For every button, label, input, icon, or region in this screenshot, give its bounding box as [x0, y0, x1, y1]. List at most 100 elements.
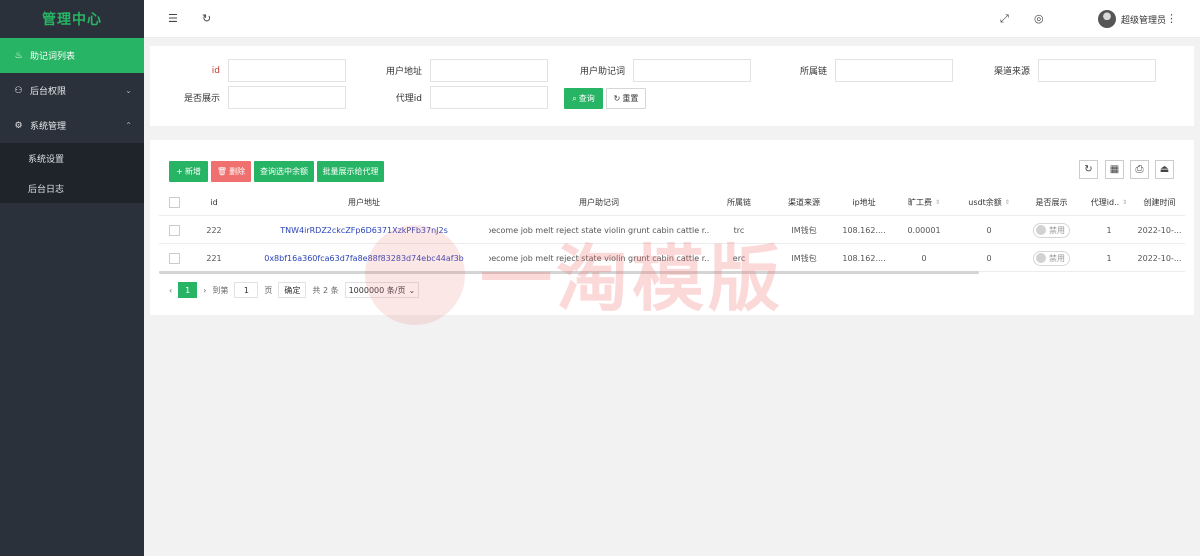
- horizontal-scrollbar[interactable]: [159, 271, 979, 274]
- chevron-down-icon: ⌄: [408, 285, 416, 295]
- goto-label: 到第: [212, 285, 229, 295]
- user-icon: ⚇: [14, 85, 23, 96]
- page-size-select[interactable]: 1000000 条/页 ⌄: [344, 282, 420, 298]
- chain-input[interactable]: [835, 59, 953, 82]
- sidebar-item-system[interactable]: ⚙ 系统管理 ⌃: [0, 108, 144, 143]
- menu-fold-icon[interactable]: ☰: [168, 12, 178, 25]
- cell-mnemonic: become job melt reject state violin grun…: [489, 253, 709, 263]
- user-menu[interactable]: 超级管理员: [1097, 10, 1166, 28]
- show-select[interactable]: [228, 86, 346, 109]
- refresh-icon[interactable]: ↻: [202, 12, 211, 25]
- filter-chain: 所属链: [757, 59, 953, 82]
- row-checkbox[interactable]: [168, 224, 180, 236]
- column-header: 渠道来源: [788, 197, 820, 207]
- query-balance-button[interactable]: 查询选中余额: [254, 161, 314, 182]
- filter-show: 是否展示: [150, 86, 346, 109]
- search-icon: ⌕: [572, 93, 577, 103]
- cell-id: 222: [206, 225, 222, 235]
- column-header-agent[interactable]: 代理id.. ⇕: [1084, 188, 1134, 216]
- cell-show: 禁用: [1019, 244, 1084, 272]
- column-header-label: 旷工费: [907, 197, 932, 207]
- goto-confirm-button[interactable]: 确定: [278, 282, 307, 298]
- delete-label: 删除: [229, 167, 246, 176]
- cell-ip: 108.162....: [842, 225, 886, 235]
- mnemonic-input[interactable]: [633, 59, 751, 82]
- sidebar-item-permissions[interactable]: ⚇ 后台权限 ⌄: [0, 73, 144, 108]
- avatar: [1097, 10, 1116, 28]
- plus-icon: +: [176, 167, 183, 176]
- cell-mnemonic: become job melt reject state violin grun…: [489, 225, 709, 235]
- sort-icon: ⇕: [1004, 198, 1010, 206]
- pagination: ‹ 1 › 到第 1 页 确定 共 2 条 1000000 条/页 ⌄: [169, 282, 425, 298]
- select-all-checkbox[interactable]: [168, 196, 180, 208]
- filter-mnemonic: 用户助记词: [555, 59, 751, 82]
- flame-icon: ♨: [14, 50, 23, 61]
- export-icon[interactable]: ⏏: [1155, 160, 1174, 179]
- row-checkbox[interactable]: [168, 252, 180, 264]
- add-label: 新增: [184, 167, 201, 176]
- filter-label: 用户地址: [385, 67, 422, 77]
- cell-ip: 108.162....: [842, 253, 886, 263]
- reset-button[interactable]: ↻ 重置: [606, 88, 646, 109]
- cell-usdt: 0: [986, 253, 992, 263]
- show-toggle[interactable]: 禁用: [1033, 222, 1070, 238]
- reset-label: 重置: [622, 94, 639, 103]
- cell-address[interactable]: TNW4irRDZ2ckcZFp6D6371XzkPFb37nJ2s: [239, 216, 489, 244]
- id-input[interactable]: [228, 59, 346, 82]
- source-input[interactable]: [1038, 59, 1156, 82]
- filter-source: 渠道来源: [960, 59, 1156, 82]
- sidebar: 管理中心 ♨ 助记词列表 ⚇ 后台权限 ⌄ ⚙ 系统管理 ⌃ 系统设置 后台日志: [0, 0, 144, 556]
- filter-address: 用户地址: [352, 59, 548, 82]
- filter-id: id: [150, 59, 346, 82]
- table-row: 222 TNW4irRDZ2ckcZFp6D6371XzkPFb37nJ2s b…: [159, 216, 1185, 244]
- sort-icon: ⇕: [934, 198, 941, 206]
- query-button[interactable]: ⌕ 查询: [564, 88, 603, 109]
- sidebar-item-settings[interactable]: 系统设置: [0, 143, 144, 173]
- refresh-table-icon[interactable]: ↻: [1079, 160, 1098, 179]
- filter-label: 用户助记词: [579, 67, 625, 77]
- delete-button[interactable]: 🗑 删除: [211, 161, 251, 182]
- print-icon[interactable]: ⎙: [1130, 160, 1149, 179]
- gear-icon: ⚙: [14, 120, 23, 131]
- agent-input[interactable]: [430, 86, 548, 109]
- cell-created: 2022-10-...: [1137, 253, 1182, 263]
- row-checkbox-cell: [159, 216, 189, 244]
- table-row: 221 0x8bf16a360fca63d7fa8e88f83283d74ebc…: [159, 244, 1185, 272]
- table-panel: + 新增 🗑 删除 查询选中余额 批量展示给代理 ↻ ▦ ⎙ ⏏ id 用户地址…: [150, 140, 1194, 315]
- query-label: 查询: [578, 94, 595, 103]
- user-name: 超级管理员: [1120, 15, 1166, 26]
- more-icon[interactable]: ⋮: [1166, 12, 1177, 25]
- page-unit: 页: [264, 285, 273, 295]
- filter-label: 所属链: [799, 67, 827, 77]
- columns-icon[interactable]: ▦: [1105, 160, 1124, 179]
- next-page-icon[interactable]: ›: [203, 286, 206, 295]
- column-header: 所属链: [727, 197, 751, 207]
- chevron-down-icon: ⌄: [125, 86, 132, 95]
- add-button[interactable]: + 新增: [169, 161, 208, 182]
- cell-address[interactable]: 0x8bf16a360fca63d7fa8e88f83283d74ebc44af…: [239, 244, 489, 272]
- page-current[interactable]: 1: [178, 282, 198, 298]
- sidebar-subnav: 系统设置 后台日志: [0, 143, 144, 203]
- cell-created: 2022-10-...: [1137, 225, 1182, 235]
- filter-label: 渠道来源: [993, 67, 1030, 77]
- address-input[interactable]: [430, 59, 548, 82]
- globe-icon[interactable]: ◎: [1034, 12, 1044, 25]
- batch-show-button[interactable]: 批量展示给代理: [317, 161, 384, 182]
- page-input[interactable]: 1: [234, 282, 259, 298]
- fullscreen-icon[interactable]: ⤢: [1000, 12, 1009, 26]
- sidebar-item-mnemonic-list[interactable]: ♨ 助记词列表: [0, 38, 144, 73]
- header-checkbox-cell: [159, 188, 189, 216]
- show-toggle[interactable]: 禁用: [1033, 250, 1070, 266]
- column-header-usdt[interactable]: usdt余额 ⇕: [959, 188, 1019, 216]
- sidebar-item-label: 后台权限: [30, 87, 67, 97]
- sidebar-item-logs[interactable]: 后台日志: [0, 173, 144, 203]
- toggle-label: 禁用: [1049, 225, 1065, 235]
- filter-label: 代理id: [395, 94, 422, 104]
- cell-source: IM钱包: [791, 253, 817, 263]
- cell-show: 禁用: [1019, 216, 1084, 244]
- filter-label: id: [211, 65, 220, 76]
- column-header: id: [210, 197, 218, 207]
- reset-icon: ↻: [613, 94, 621, 103]
- column-header-fee[interactable]: 旷工费 ⇕: [889, 188, 959, 216]
- prev-page-icon[interactable]: ‹: [169, 286, 172, 295]
